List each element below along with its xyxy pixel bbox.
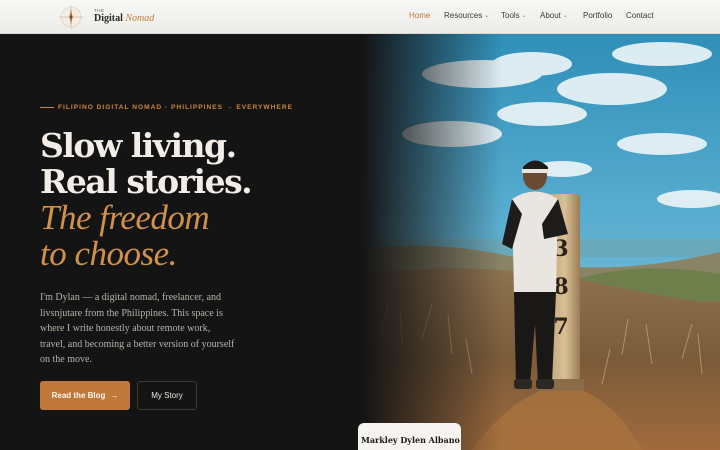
chevron-down-icon: ⌄ bbox=[521, 13, 527, 19]
chevron-down-icon: ⌄ bbox=[562, 13, 568, 19]
hero-eyebrow: FILIPINO DIGITAL NOMAD · PHILIPPINES → E… bbox=[40, 102, 293, 112]
headline-line-2: Real stories. bbox=[40, 162, 253, 201]
headline-accent-line-1: The freedom bbox=[40, 198, 210, 237]
site-logo[interactable]: THE Digital Nomad bbox=[58, 4, 168, 30]
nav-contact-label: Contact bbox=[626, 11, 654, 20]
read-blog-button[interactable]: Read the Blog → bbox=[40, 381, 130, 410]
site-header: THE Digital Nomad Home Resources ⌄ Tools ⌄… bbox=[0, 0, 720, 34]
nav-resources[interactable]: Resources ⌄ bbox=[444, 11, 489, 20]
nav-portfolio-label: Portfolio bbox=[583, 11, 613, 20]
my-story-button[interactable]: My Story bbox=[137, 381, 197, 410]
photo-caption-text: Markley Dylen Albano bbox=[361, 435, 460, 445]
eyebrow-text: FILIPINO DIGITAL NOMAD · PHILIPPINES → E… bbox=[58, 103, 293, 111]
nav-tools[interactable]: Tools ⌄ bbox=[501, 11, 527, 20]
nav-portfolio[interactable]: Portfolio bbox=[583, 11, 612, 20]
nav-home[interactable]: Home bbox=[409, 11, 430, 20]
headline-line-1: Slow living. bbox=[40, 126, 237, 165]
logo-main-text: Digital bbox=[94, 13, 123, 24]
nav-about[interactable]: About ⌄ bbox=[540, 11, 568, 20]
read-blog-label: Read the Blog bbox=[51, 391, 106, 400]
hero-bio: I'm Dylan — a digital nomad, freelancer,… bbox=[40, 292, 235, 365]
hero-headline: Slow living. Real stories. The freedom t… bbox=[40, 128, 360, 272]
arrow-right-icon: → bbox=[110, 391, 119, 400]
nav-tools-label: Tools bbox=[501, 11, 520, 20]
logo-text: Digital Nomad bbox=[94, 13, 154, 24]
hero-photo: 3 8 7 bbox=[362, 34, 720, 450]
photo-caption: Markley Dylen Albano bbox=[358, 423, 461, 450]
nav-resources-label: Resources bbox=[444, 11, 483, 20]
eyebrow-divider bbox=[40, 106, 54, 108]
post-marker-digit-3: 7 bbox=[553, 314, 568, 340]
headline-accent-line-2: to choose. bbox=[40, 234, 177, 273]
my-story-label: My Story bbox=[151, 391, 183, 400]
chevron-down-icon: ⌄ bbox=[484, 13, 490, 19]
nav-home-label: Home bbox=[409, 11, 431, 20]
logo-accent-text: Nomad bbox=[125, 13, 155, 24]
nav-about-label: About bbox=[540, 11, 561, 20]
nav-contact[interactable]: Contact bbox=[626, 11, 654, 20]
photo-fade-overlay bbox=[362, 34, 502, 450]
compass-icon bbox=[59, 5, 83, 29]
